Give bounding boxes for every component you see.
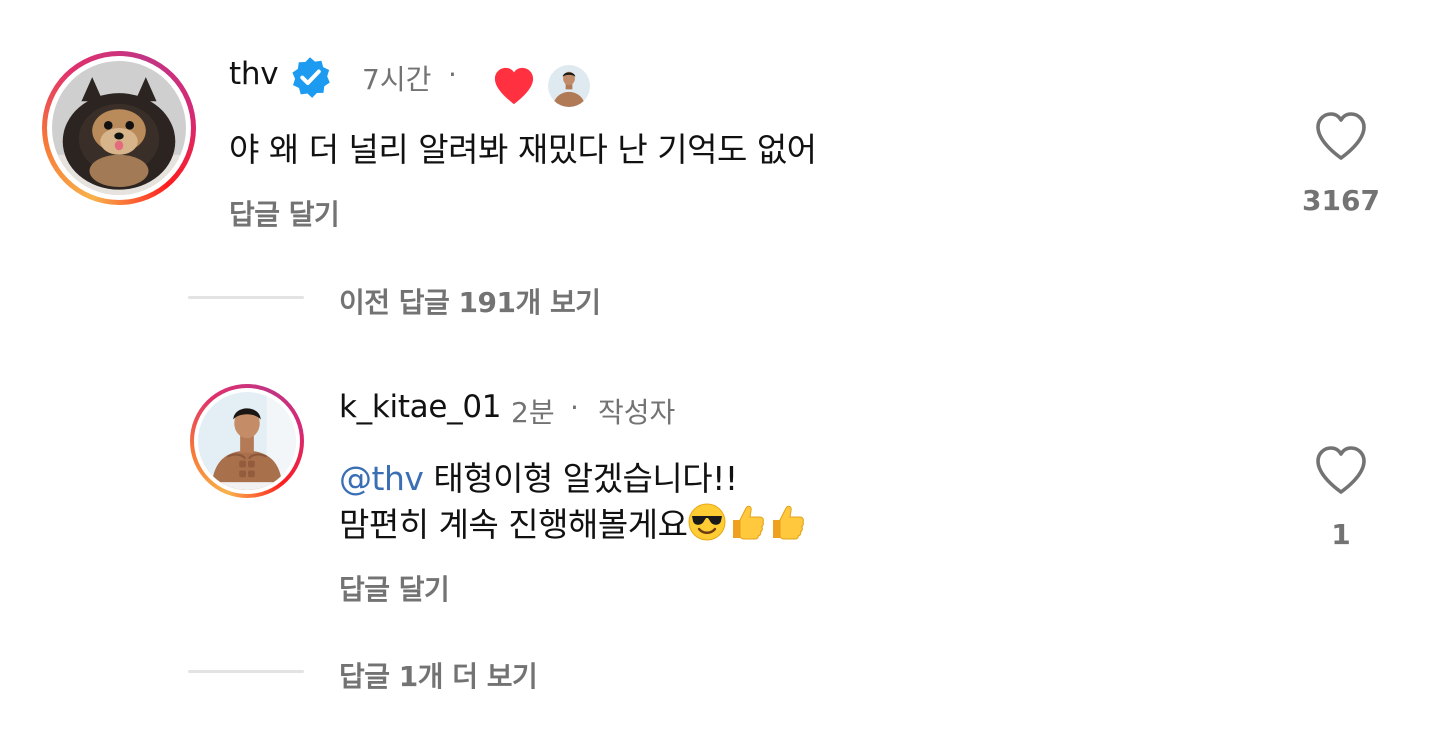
comment-timestamp: 7시간 <box>362 63 432 96</box>
like-heart-outline-icon[interactable] <box>1313 110 1369 162</box>
like-count: 3167 <box>1302 184 1380 217</box>
pomeranian-dog-avatar-icon <box>52 61 186 195</box>
shirtless-man-avatar-icon <box>548 65 590 107</box>
shirtless-man-avatar-icon <box>198 392 296 490</box>
smiling-face-with-sunglasses-emoji-icon <box>687 502 727 554</box>
comment-text-line1: 태형이형 알겠습니다!! <box>423 459 738 498</box>
thumbs-up-emoji-icon <box>727 502 767 554</box>
thread-divider <box>188 670 304 673</box>
meta-separator: · <box>570 391 579 424</box>
comment-timestamp: 2분 <box>511 396 555 429</box>
like-heart-outline-icon[interactable] <box>1313 444 1369 496</box>
reply-button[interactable]: 답글 달기 <box>229 193 340 233</box>
comment-text-line2: 맘편히 계속 진행해볼게요 <box>339 505 688 544</box>
verified-badge-icon <box>292 57 330 98</box>
avatar <box>52 61 186 195</box>
thread-divider <box>188 296 304 299</box>
author-badge: 작성자 <box>598 396 676 429</box>
reply-button[interactable]: 답글 달기 <box>339 568 450 608</box>
comment-text: @thv 태형이형 알겠습니다!! <box>339 456 738 502</box>
like-count: 1 <box>1331 518 1351 551</box>
comment-username[interactable]: k_kitae_01 <box>339 389 501 425</box>
meta-separator: · <box>448 58 457 91</box>
comment-username[interactable]: thv <box>229 56 279 92</box>
mention-link[interactable]: @thv <box>339 459 424 498</box>
view-previous-replies-button[interactable]: 이전 답글 191개 보기 <box>339 281 601 321</box>
story-ring-avatar-thv[interactable] <box>42 51 196 205</box>
comment-text-line2-wrapper: 맘편히 계속 진행해볼게요 <box>339 502 807 554</box>
liker-avatar <box>548 65 590 107</box>
story-ring-avatar-k_kitae_01[interactable] <box>190 384 304 498</box>
comment-thread: thv 7시간 · 야 왜 더 널리 알려봐 재밌다 난 기억도 없어 답글 달… <box>0 0 1440 742</box>
thumbs-up-emoji-icon <box>767 502 807 554</box>
avatar <box>198 392 296 490</box>
view-more-replies-button[interactable]: 답글 1개 더 보기 <box>339 655 538 695</box>
author-liked-heart-icon <box>494 67 534 105</box>
comment-text: 야 왜 더 널리 알려봐 재밌다 난 기억도 없어 <box>229 130 817 169</box>
